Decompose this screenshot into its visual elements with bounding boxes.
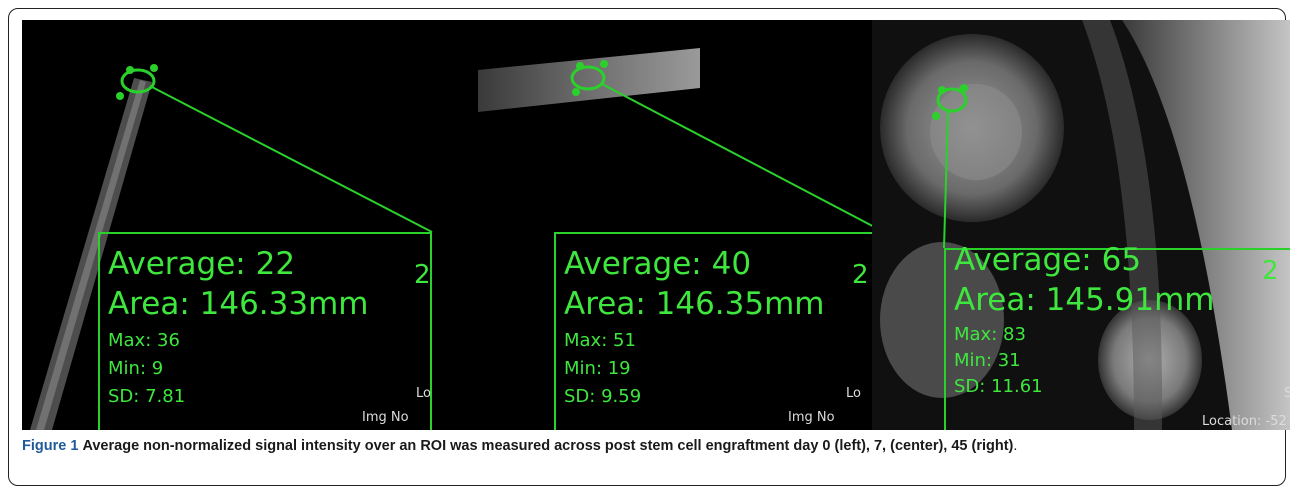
area-value: Area: 145.91mm xyxy=(954,282,1215,318)
area-unit-superscript: 2 xyxy=(852,260,869,290)
slice-label: S xyxy=(1284,386,1290,401)
area-value: Area: 146.33mm xyxy=(108,286,369,322)
sd-value: SD: 7.81 xyxy=(108,386,186,407)
area-value: Area: 146.35mm xyxy=(564,286,825,322)
location-label: Lo xyxy=(846,386,861,401)
max-value: Max: 36 xyxy=(108,330,180,351)
panel-day-7: Average: 40 Area: 146.35mm 2 Max: 51 Min… xyxy=(450,20,872,430)
location-label: Lo xyxy=(416,386,431,401)
average-value: Average: 40 xyxy=(564,246,752,282)
sd-value: SD: 9.59 xyxy=(564,386,642,407)
panel-day-45: Average: 65 Area: 145.91mm 2 Max: 83 Min… xyxy=(872,20,1290,430)
area-unit-superscript: 2 xyxy=(1262,256,1279,286)
average-value: Average: 65 xyxy=(954,242,1142,278)
min-value: Min: 19 xyxy=(564,358,631,379)
average-value: Average: 22 xyxy=(108,246,296,282)
sd-value: SD: 11.61 xyxy=(954,376,1043,397)
image-number-label: Img No xyxy=(788,410,835,425)
caption-end: . xyxy=(1013,438,1018,454)
figure-image: Average: 22 Area: 146.33mm 2 Max: 36 Min… xyxy=(22,20,1290,430)
area-unit-superscript: 2 xyxy=(414,260,431,290)
caption-text: Average non-normalized signal intensity … xyxy=(82,438,1014,454)
figure-caption: Figure 1 Average non-normalized signal i… xyxy=(22,436,1272,457)
min-value: Min: 31 xyxy=(954,350,1021,371)
figure-label: Figure 1 xyxy=(22,438,79,454)
max-value: Max: 51 xyxy=(564,330,636,351)
location-label: Location: -52 xyxy=(1202,414,1287,429)
max-value: Max: 83 xyxy=(954,324,1026,345)
panel-day-0: Average: 22 Area: 146.33mm 2 Max: 36 Min… xyxy=(22,20,450,430)
image-number-label: Img No xyxy=(362,410,409,425)
min-value: Min: 9 xyxy=(108,358,164,379)
